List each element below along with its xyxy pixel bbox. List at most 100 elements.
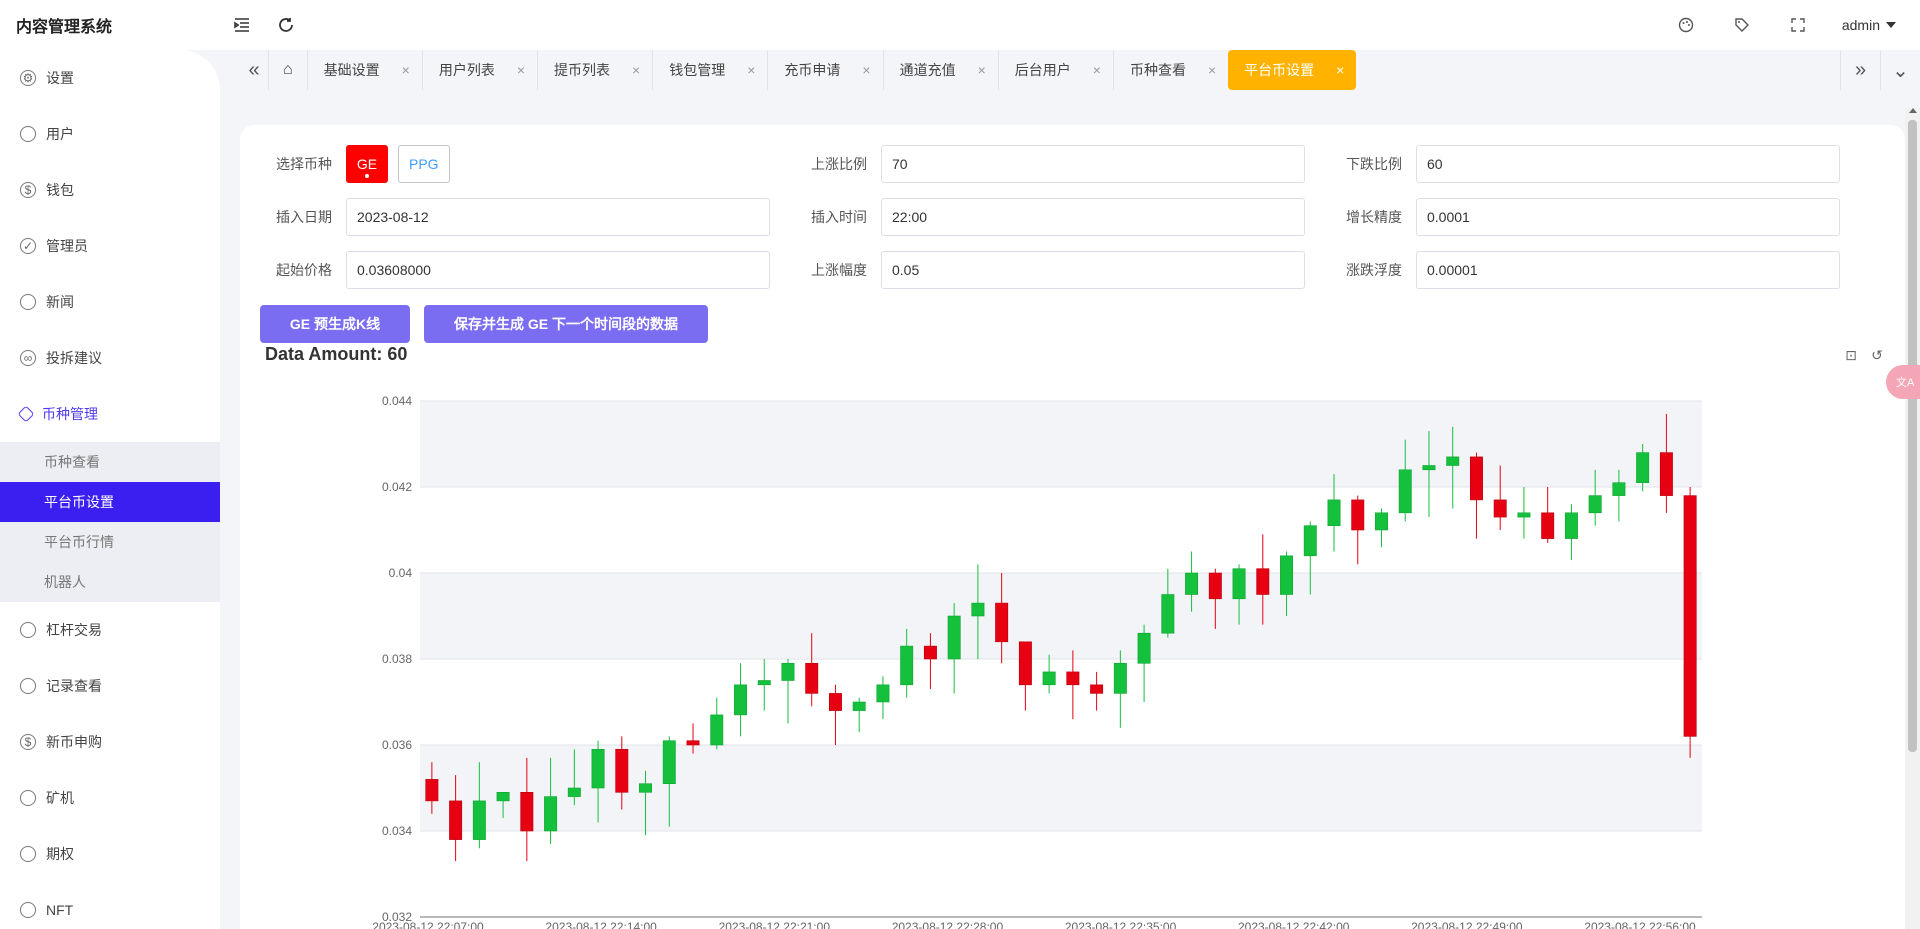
zoom-icon[interactable]: ⊡: [1843, 347, 1859, 363]
coin-option-ppg[interactable]: PPG: [398, 145, 450, 183]
tabs-scroll-right-icon[interactable]: »: [1840, 50, 1880, 90]
sidebar-item-new-coin[interactable]: $ 新币申购: [0, 714, 220, 770]
tab-wallet-management[interactable]: 钱包管理 ×: [652, 50, 767, 90]
fall-ratio-field: 下跌比例: [1310, 144, 1840, 184]
palette-icon[interactable]: [1658, 0, 1714, 50]
candle-body: [947, 615, 961, 660]
y-tick-label: 0.038: [382, 652, 412, 666]
insert-time-label: 插入时间: [811, 209, 867, 225]
sidebar-item-settings[interactable]: ⚙ 设置: [0, 50, 220, 106]
rise-range-field: 上涨幅度: [775, 250, 1305, 290]
user-menu[interactable]: admin: [1826, 17, 1896, 33]
submenu-coin-view[interactable]: 币种查看: [0, 442, 220, 482]
tab-backend-users[interactable]: 后台用户 ×: [997, 50, 1113, 90]
close-icon[interactable]: ×: [517, 62, 525, 78]
tab-platform-coin-settings[interactable]: 平台币设置 ×: [1228, 50, 1357, 90]
rise-ratio-input[interactable]: [881, 145, 1305, 183]
candle-body: [1303, 525, 1317, 557]
insert-date-field: 插入日期: [240, 197, 770, 237]
sidebar-item-feedback[interactable]: ∞ 投拆建议: [0, 330, 220, 386]
kline-chart-svg: 0.0440.0420.040.0380.0360.0340.0322023-0…: [372, 394, 1702, 929]
scrollbar-thumb[interactable]: [1908, 120, 1917, 752]
split-area: [420, 831, 1702, 917]
x-tick-label: 2023-08-12 22:42:00: [1238, 920, 1350, 929]
sidebar-item-nft[interactable]: NFT: [0, 882, 220, 929]
tabs-dropdown-icon[interactable]: ⌄: [1880, 50, 1920, 90]
coin-submenu: 币种查看 平台币设置 平台币行情 机器人: [0, 442, 220, 602]
translate-icon[interactable]: 文A: [1886, 365, 1920, 399]
gear-icon: ⚙: [20, 70, 36, 86]
fall-ratio-input[interactable]: [1416, 145, 1840, 183]
caret-down-icon: [1886, 22, 1896, 28]
tab-home[interactable]: ⌂: [268, 50, 307, 90]
close-icon[interactable]: ×: [1093, 62, 1101, 78]
submenu-robot[interactable]: 机器人: [0, 562, 220, 602]
insert-date-input[interactable]: [346, 198, 770, 236]
candle-body: [757, 680, 771, 686]
restore-icon[interactable]: ↺: [1869, 347, 1885, 363]
close-icon[interactable]: ×: [978, 62, 986, 78]
x-tick-label: 2023-08-12 22:35:00: [1065, 920, 1177, 929]
precision-input[interactable]: [1416, 198, 1840, 236]
tab-withdraw-list[interactable]: 提币列表 ×: [537, 50, 652, 90]
sidebar-item-options[interactable]: 期权: [0, 826, 220, 882]
sidebar-item-coin-management[interactable]: 币种管理: [0, 386, 220, 442]
sidebar-item-label: 设置: [46, 70, 74, 86]
candle-body: [1066, 671, 1080, 686]
scroll-up-arrow-icon[interactable]: [1909, 108, 1917, 113]
sidebar: ⚙ 设置 用户 $ 钱包 ✓ 管理员 新闻 ∞ 投拆建议 币种管理 币种查看 平台币设置…: [0, 50, 220, 929]
candle-body: [1398, 469, 1412, 514]
sidebar-item-label: NFT: [46, 902, 74, 918]
fullscreen-icon[interactable]: [1770, 0, 1826, 50]
close-icon[interactable]: ×: [1336, 62, 1344, 78]
x-tick-label: 2023-08-12 22:56:00: [1584, 920, 1696, 929]
y-tick-label: 0.034: [382, 824, 412, 838]
x-tick-label: 2023-08-12 22:49:00: [1411, 920, 1523, 929]
sidebar-item-label: 币种管理: [42, 406, 98, 422]
sidebar-item-leverage[interactable]: 杠杆交易: [0, 602, 220, 658]
tab-deposit-request[interactable]: 充币申请 ×: [767, 50, 882, 90]
sidebar-item-news[interactable]: 新闻: [0, 274, 220, 330]
tab-basic-settings[interactable]: 基础设置 ×: [306, 50, 422, 90]
tab-label: 钱包管理: [669, 62, 726, 78]
coin-option-ge[interactable]: GE: [346, 145, 388, 183]
pregenerate-kline-button[interactable]: GE 预生成K线: [260, 305, 410, 343]
tab-user-list[interactable]: 用户列表 ×: [421, 50, 537, 90]
close-icon[interactable]: ×: [1208, 62, 1216, 78]
close-icon[interactable]: ×: [402, 62, 410, 78]
close-icon[interactable]: ×: [632, 62, 640, 78]
candle-body: [1446, 456, 1460, 466]
candle-body: [1256, 568, 1270, 595]
tabs-bar: « ⌂ 基础设置 × 用户列表 × 提币列表 × 钱包管理 × 充币申请 × 通道充值 × …: [240, 50, 1920, 90]
submenu-platform-coin-settings[interactable]: 平台币设置: [0, 482, 220, 522]
sidebar-item-wallet[interactable]: $ 钱包: [0, 162, 220, 218]
float-input[interactable]: [1416, 251, 1840, 289]
tabs-scroll-left-icon[interactable]: «: [240, 50, 268, 90]
close-icon[interactable]: ×: [862, 62, 870, 78]
tab-channel-recharge[interactable]: 通道充值 ×: [882, 50, 998, 90]
submenu-platform-coin-market[interactable]: 平台币行情: [0, 522, 220, 562]
save-generate-next-button[interactable]: 保存并生成 GE 下一个时间段的数据: [424, 305, 708, 343]
start-price-input[interactable]: [346, 251, 770, 289]
page-scrollbar[interactable]: [1905, 108, 1920, 929]
sidebar-item-records[interactable]: 记录查看: [0, 658, 220, 714]
insert-date-label: 插入日期: [276, 209, 332, 225]
tag-icon[interactable]: [1714, 0, 1770, 50]
insert-time-input[interactable]: [881, 198, 1305, 236]
insert-time-field: 插入时间: [775, 197, 1305, 237]
sidebar-item-label: 记录查看: [46, 678, 102, 694]
candle-body: [1137, 632, 1151, 664]
menu-collapse-icon[interactable]: [220, 0, 264, 50]
sidebar-item-users[interactable]: 用户: [0, 106, 220, 162]
candle-body: [1280, 555, 1294, 595]
close-icon[interactable]: ×: [747, 62, 755, 78]
tab-coin-view[interactable]: 币种查看 ×: [1112, 50, 1228, 90]
kline-chart: 0.044 0.042 0.04 0.038 0.036 0.034 0.032 2023-0…: [240, 373, 1905, 929]
refresh-icon[interactable]: [264, 0, 308, 50]
candle-body: [591, 748, 605, 789]
rise-ratio-label: 上涨比例: [811, 156, 867, 172]
sidebar-item-admins[interactable]: ✓ 管理员: [0, 218, 220, 274]
rise-range-input[interactable]: [881, 251, 1305, 289]
candle-body: [472, 800, 486, 840]
sidebar-item-miner[interactable]: 矿机: [0, 770, 220, 826]
